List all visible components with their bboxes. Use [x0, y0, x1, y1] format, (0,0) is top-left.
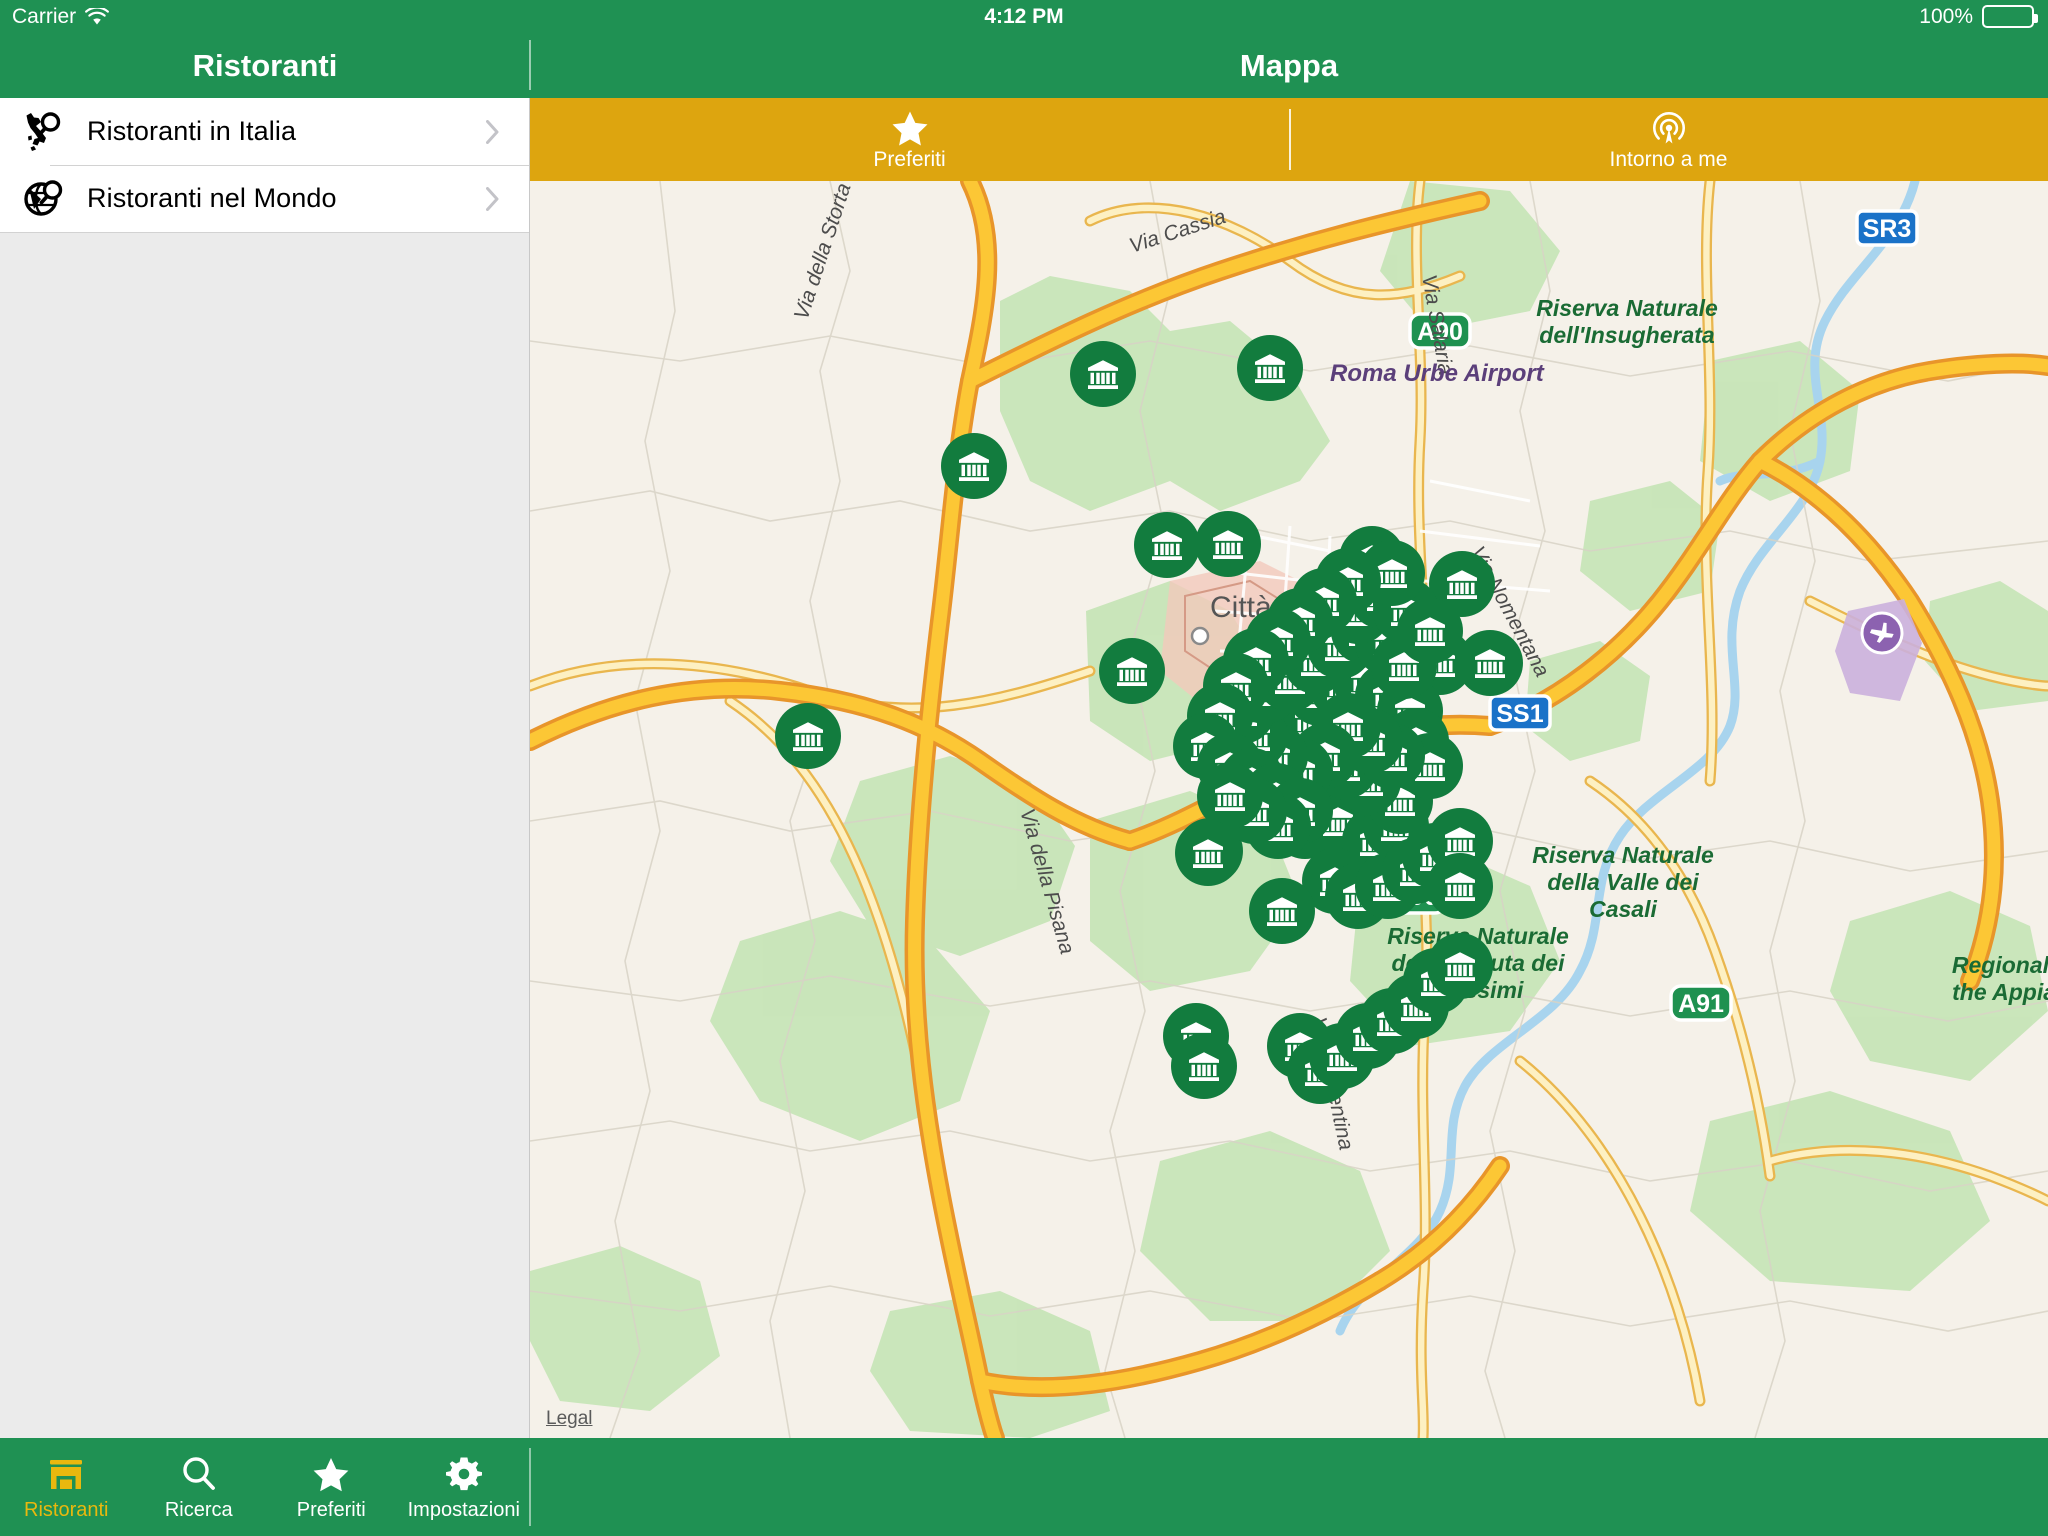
battery-percent-label: 100% — [1919, 4, 1973, 28]
map-pin-restaurant[interactable] — [1427, 853, 1493, 919]
tab-label: Ricerca — [164, 1498, 233, 1521]
toolbar-button-preferiti[interactable]: Preferiti — [530, 98, 1289, 181]
map-canvas[interactable]: A90A90A91SS1SR3 Riserva Naturaledell'Ins… — [530, 181, 2048, 1438]
map-pin-restaurant[interactable] — [941, 433, 1007, 499]
status-bar-clock: 4:12 PM — [984, 4, 1064, 28]
map-pin-restaurant[interactable] — [1175, 820, 1241, 886]
toolbar-label: Preferiti — [873, 148, 946, 171]
map-pin-restaurant[interactable] — [1099, 638, 1165, 704]
battery-full-icon — [1982, 5, 2038, 28]
sidebar-item-label: Ristoranti nel Mondo — [87, 183, 337, 213]
map-segmented-toolbar: Preferiti Intorno a me — [530, 98, 2048, 181]
road-shield: SS1 — [1488, 694, 1552, 732]
map-pin-restaurant[interactable] — [1197, 763, 1263, 829]
master-nav-bar: Ristoranti — [0, 33, 530, 98]
map-pin-restaurant[interactable] — [1457, 630, 1523, 696]
page-title-detail: Mappa — [1239, 47, 1339, 83]
tab-ristoranti[interactable]: Ristoranti — [0, 1438, 133, 1536]
sidebar-item-ristoranti-nel-mondo[interactable]: Ristoranti nel Mondo — [0, 165, 529, 232]
toolbar-label: Intorno a me — [1609, 148, 1728, 171]
page-title-master: Ristoranti — [192, 47, 338, 83]
app-root: Carrier 4:12 PM 100% Ristoranti Mappa Ri… — [0, 0, 2048, 1536]
star-icon — [892, 111, 927, 146]
map-pin-restaurant[interactable] — [1249, 878, 1315, 944]
chevron-right-icon — [486, 186, 499, 211]
map-park-label: Riserva Naturale dell'Insugherata — [1536, 295, 1718, 348]
sidebar-item-label: Ristoranti in Italia — [87, 116, 297, 146]
storefront-icon — [50, 1459, 83, 1489]
map-pin-restaurant[interactable] — [1070, 341, 1136, 407]
tab-label: Ristoranti — [24, 1498, 109, 1521]
status-bar-right: 100% — [1919, 4, 2038, 29]
road-shield-label: SR3 — [1863, 215, 1912, 243]
tab-bar-items: Ristoranti Ricerca Preferiti Impostazion… — [0, 1438, 530, 1536]
map-pin-restaurant[interactable] — [1195, 511, 1261, 577]
tab-impostazioni[interactable]: Impostazioni — [398, 1438, 531, 1536]
road-shield-label: A91 — [1678, 990, 1724, 1018]
radar-icon — [1652, 111, 1685, 144]
status-bar: Carrier 4:12 PM 100% — [0, 0, 2048, 33]
tab-bar-divider — [529, 1448, 531, 1526]
master-pane: Ristoranti in Italia Ristoranti nel Mond… — [0, 98, 530, 1438]
search-icon — [183, 1456, 215, 1490]
globe-search-icon — [24, 179, 63, 216]
map-park-label: Regional park ofthe Appia Antica — [1952, 952, 2048, 1005]
italy-search-icon — [26, 111, 61, 151]
master-list: Ristoranti in Italia Ristoranti nel Mond… — [0, 98, 529, 233]
detail-nav-bar: Mappa — [530, 33, 2048, 98]
map-pin-restaurant[interactable] — [1171, 1033, 1237, 1099]
road-shield: SR3 — [1855, 209, 1919, 247]
map-view[interactable]: A90A90A91SS1SR3 Riserva Naturaledell'Ins… — [530, 181, 2048, 1438]
map-pin-restaurant[interactable] — [1427, 933, 1493, 999]
road-shield-label: SS1 — [1496, 700, 1543, 728]
gear-icon — [445, 1457, 482, 1490]
nav-divider — [529, 40, 531, 90]
map-pin-restaurant[interactable] — [1237, 335, 1303, 401]
chevron-right-icon — [486, 119, 499, 144]
tab-label: Impostazioni — [407, 1498, 520, 1521]
tab-bar: Ristoranti Ricerca Preferiti Impostazion… — [0, 1438, 2048, 1536]
star-icon — [313, 1457, 349, 1491]
toolbar-button-intorno-a-me[interactable]: Intorno a me — [1289, 98, 2048, 181]
map-pin-restaurant[interactable] — [1397, 598, 1463, 664]
road-shield: A91 — [1669, 984, 1733, 1022]
map-pin-restaurant[interactable] — [775, 703, 841, 769]
tab-preferiti[interactable]: Preferiti — [265, 1438, 398, 1536]
tab-ricerca[interactable]: Ricerca — [133, 1438, 266, 1536]
airport-marker — [1860, 611, 1904, 655]
map-pin-restaurant[interactable] — [1134, 512, 1200, 578]
map-place-label: Roma Urbe Airport — [1330, 360, 1545, 387]
sidebar-item-ristoranti-in-italia[interactable]: Ristoranti in Italia — [0, 98, 529, 165]
legal-link[interactable]: Legal — [546, 1408, 593, 1430]
tab-label: Preferiti — [296, 1498, 366, 1521]
